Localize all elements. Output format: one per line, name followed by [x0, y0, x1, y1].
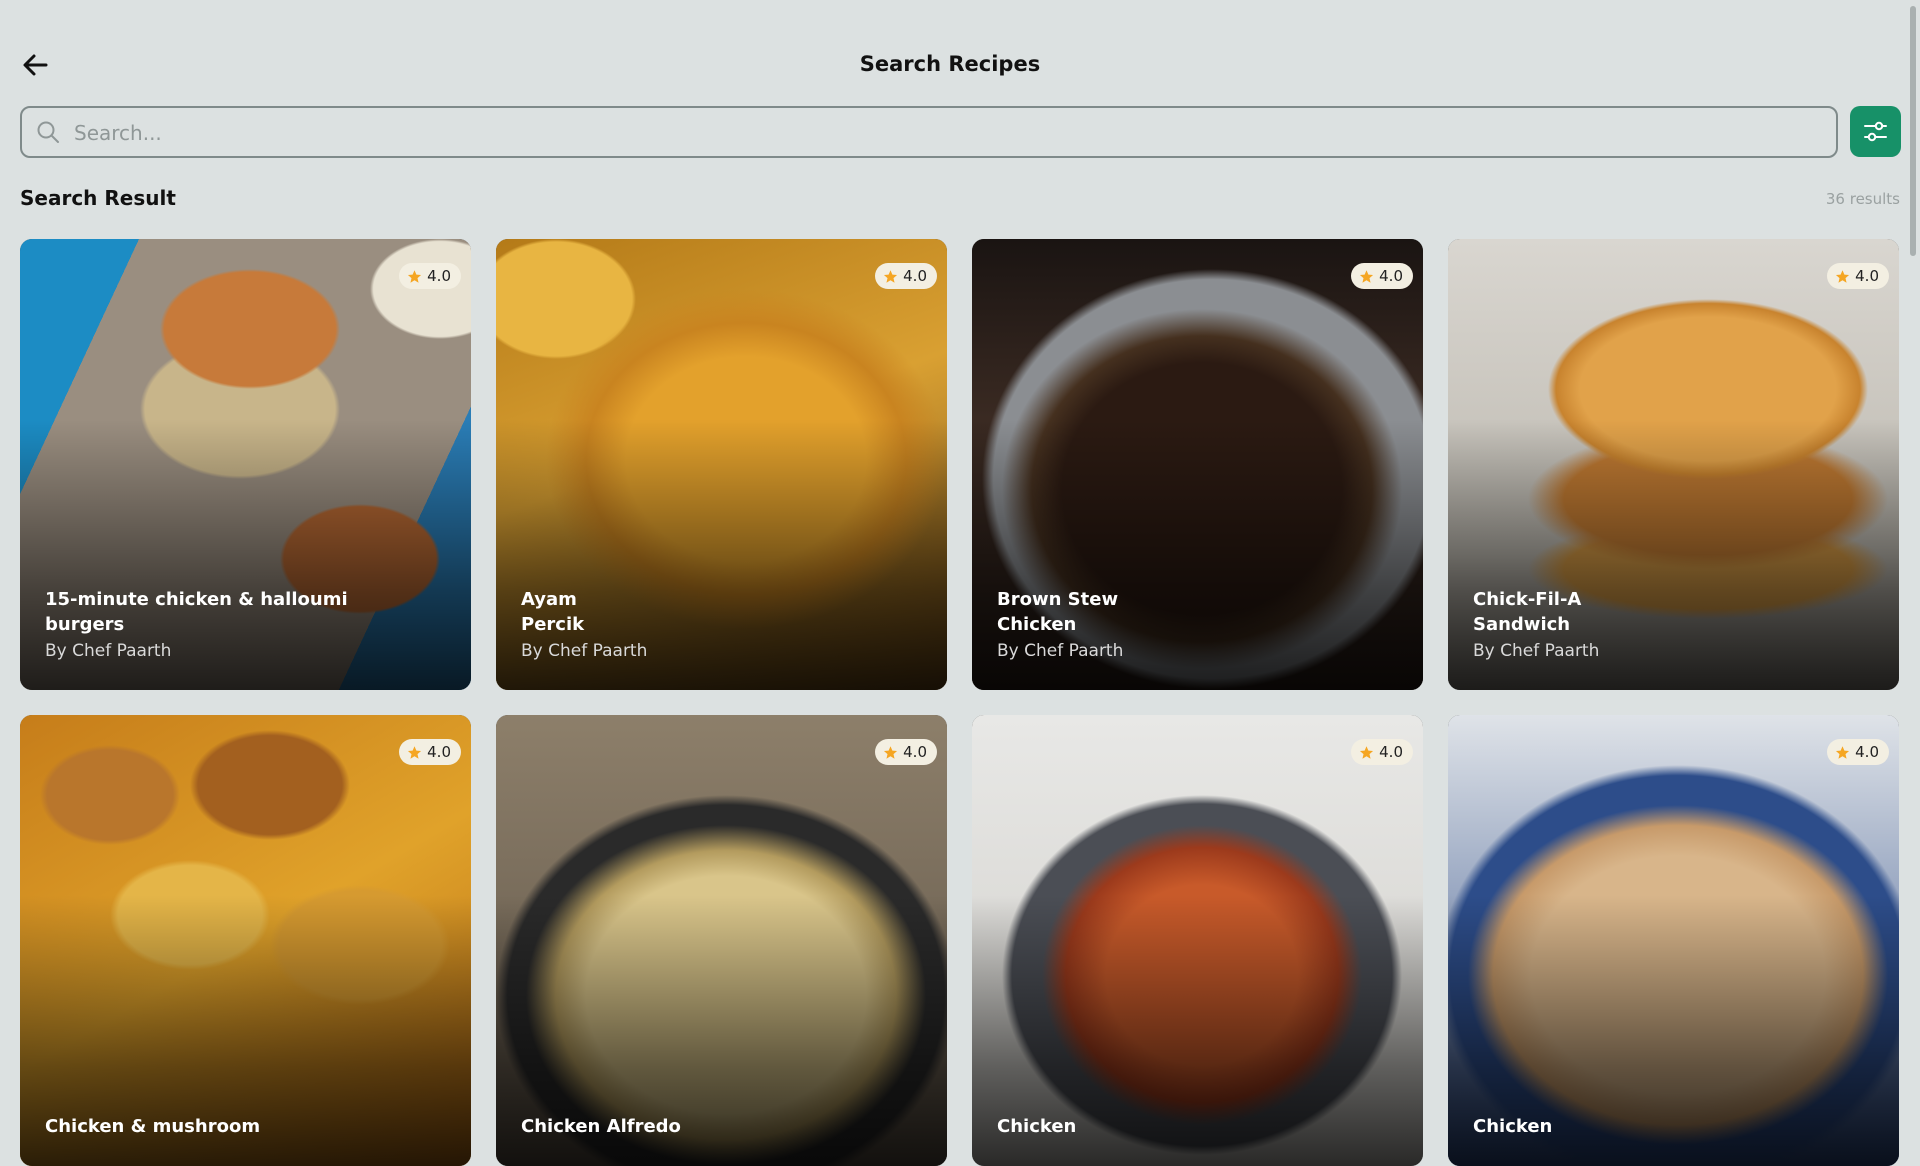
result-bar: Search Result 36 results	[20, 184, 1900, 214]
result-title: Search Result	[20, 186, 176, 210]
rating-badge: 4.0	[875, 263, 937, 289]
recipe-title: Chick-Fil-A Sandwich	[1473, 589, 1582, 635]
recipe-title: Chicken Alfredo	[521, 1116, 681, 1137]
rating-value: 4.0	[903, 743, 927, 761]
search-box[interactable]	[20, 106, 1838, 158]
recipe-title: 15-minute chicken & halloumi burgers	[45, 589, 348, 635]
recipe-author: By Chef Paarth	[521, 641, 648, 661]
page-title: Search Recipes	[859, 52, 1041, 76]
recipe-card[interactable]: 4.0 Brown Stew Chicken By Chef Paarth	[972, 239, 1423, 690]
rating-badge: 4.0	[399, 739, 461, 765]
recipe-author: By Chef Paarth	[45, 641, 172, 661]
result-count: 36 results	[1825, 190, 1900, 208]
search-recipes-screen: Search Recipes Search Result 36 results	[0, 0, 1901, 1166]
star-icon	[1360, 745, 1374, 759]
rating-badge: 4.0	[1827, 739, 1889, 765]
search-row	[20, 106, 1901, 158]
recipe-card[interactable]: 4.0 Ayam Percik By Chef Paarth	[496, 239, 947, 690]
sliders-icon	[1864, 121, 1887, 142]
filter-button[interactable]	[1850, 106, 1901, 157]
recipe-title: Ayam Percik	[521, 589, 585, 635]
star-icon	[884, 269, 898, 283]
recipe-author: By Chef Paarth	[997, 641, 1124, 661]
recipe-card[interactable]: 4.0 Chicken	[1448, 715, 1899, 1166]
rating-badge: 4.0	[399, 263, 461, 289]
search-icon	[37, 121, 59, 143]
recipe-card[interactable]: 4.0 Chicken & mushroom	[20, 715, 471, 1166]
rating-badge: 4.0	[1827, 263, 1889, 289]
recipe-grid: 4.0 15-minute chicken & halloumi burgers…	[20, 239, 1900, 1166]
star-icon	[1836, 269, 1850, 283]
rating-value: 4.0	[903, 267, 927, 285]
header: Search Recipes	[0, 40, 1900, 90]
rating-value: 4.0	[1855, 267, 1879, 285]
rating-value: 4.0	[1379, 743, 1403, 761]
recipe-card[interactable]: 4.0 Chick-Fil-A Sandwich By Chef Paarth	[1448, 239, 1899, 690]
recipe-title: Chicken	[997, 1116, 1077, 1137]
rating-value: 4.0	[1379, 267, 1403, 285]
recipe-card[interactable]: 4.0 15-minute chicken & halloumi burgers…	[20, 239, 471, 690]
star-icon	[408, 745, 422, 759]
star-icon	[408, 269, 422, 283]
rating-value: 4.0	[427, 267, 451, 285]
recipe-card[interactable]: 4.0 Chicken	[972, 715, 1423, 1166]
recipe-card[interactable]: 4.0 Chicken Alfredo	[496, 715, 947, 1166]
rating-badge: 4.0	[875, 739, 937, 765]
scrollbar[interactable]	[1906, 0, 1920, 1080]
star-icon	[884, 745, 898, 759]
recipe-title: Chicken	[1473, 1116, 1553, 1137]
rating-value: 4.0	[427, 743, 451, 761]
star-icon	[1836, 745, 1850, 759]
recipe-title: Brown Stew Chicken	[997, 589, 1119, 635]
rating-badge: 4.0	[1351, 739, 1413, 765]
rating-badge: 4.0	[1351, 263, 1413, 289]
recipe-title: Chicken & mushroom	[45, 1116, 261, 1137]
rating-value: 4.0	[1855, 743, 1879, 761]
search-input[interactable]	[72, 114, 1816, 152]
scrollbar-thumb[interactable]	[1910, 6, 1916, 256]
star-icon	[1360, 269, 1374, 283]
recipe-author: By Chef Paarth	[1473, 641, 1600, 661]
